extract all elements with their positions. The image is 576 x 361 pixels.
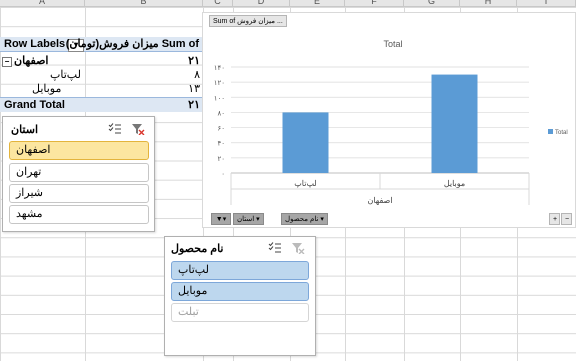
pivot-group-value[interactable]: ۲۱	[188, 54, 200, 69]
expand-button[interactable]: +	[549, 213, 560, 225]
pivot-grand-total-label[interactable]: Grand Total	[4, 98, 65, 113]
chart-plot: Total ۰ ۲۰ ۴۰ ۶۰ ۸۰ ۱۰۰ ۱۲۰ ۱۴۰ لپ‌تاپ موبایل اصفها…	[214, 39, 568, 205]
axis-field-button-province[interactable]: استان ▾	[233, 213, 264, 225]
slicer-item[interactable]: مشهد	[9, 205, 149, 224]
x-group-label: اصفهان	[367, 196, 392, 205]
axis-field-button-province-label: استان	[237, 216, 255, 223]
pivot-group-row[interactable]: − اصفهان ۲۱	[0, 54, 202, 69]
clear-filter-icon[interactable]	[131, 123, 145, 135]
column-header-g[interactable]: G	[404, 0, 460, 7]
x-tick-label: موبایل	[444, 179, 465, 188]
y-tick-label: ۶۰	[217, 126, 225, 133]
pivot-item-row[interactable]: موبایل ۱۳	[0, 82, 202, 97]
chart-bar	[431, 74, 478, 173]
pivot-group-label[interactable]: اصفهان	[14, 54, 48, 69]
slicer-province[interactable]: استان اصفهان تهران شیراز مشهد	[2, 116, 155, 232]
column-header-f[interactable]: F	[345, 0, 404, 7]
legend-swatch	[548, 129, 553, 134]
column-header-c[interactable]: C	[203, 0, 233, 7]
slicer-item[interactable]: شیراز	[9, 184, 149, 203]
y-tick-label: ۴۰	[217, 141, 225, 148]
column-header-bar: A B C D E F G H I	[0, 0, 576, 7]
axis-field-button-product-label: نام محصول	[285, 216, 319, 223]
pivot-grand-total-value[interactable]: ۲۱	[188, 98, 200, 113]
slicer-item[interactable]: لپ‌تاپ	[171, 261, 309, 280]
slicer-item[interactable]: تبلت	[171, 303, 309, 322]
pivot-item-label[interactable]: موبایل	[32, 82, 61, 97]
slicer-item[interactable]: اصفهان	[9, 141, 149, 160]
column-header-e[interactable]: E	[290, 0, 345, 7]
slicer-item[interactable]: تهران	[9, 163, 149, 182]
collapse-button[interactable]: −	[561, 213, 572, 225]
slicer-item[interactable]: موبایل	[171, 282, 309, 301]
legend-label: Total	[555, 130, 568, 136]
column-header-h[interactable]: H	[460, 0, 517, 7]
pivot-item-value[interactable]: ۸	[194, 68, 200, 83]
y-tick-label: ۲۰	[217, 156, 225, 163]
axis-field-button-product[interactable]: نام محصول ▾	[281, 213, 328, 225]
y-tick-label: ۱۰۰	[214, 95, 225, 102]
collapse-icon[interactable]: −	[2, 57, 12, 67]
slicer-product[interactable]: نام محصول لپ‌تاپ موبایل تبلت	[164, 236, 316, 356]
column-header-b[interactable]: B	[85, 0, 203, 7]
chart-title: Total	[383, 39, 402, 49]
filter-icon[interactable]: ▼▾	[211, 213, 231, 225]
pivot-item-row[interactable]: لپ‌تاپ ۸	[0, 68, 202, 83]
y-tick-label: ۰	[221, 171, 225, 178]
x-tick-label: لپ‌تاپ	[294, 179, 317, 188]
pivot-item-value[interactable]: ۱۳	[188, 82, 200, 97]
column-header-d[interactable]: D	[233, 0, 290, 7]
chart-bar	[282, 112, 329, 173]
slicer-product-title: نام محصول	[171, 243, 224, 255]
y-tick-label: ۸۰	[217, 110, 225, 117]
y-tick-label: ۱۴۰	[214, 65, 225, 72]
pivot-item-label[interactable]: لپ‌تاپ	[50, 68, 81, 83]
pivot-row-labels-header[interactable]: Row Labels	[4, 37, 65, 52]
column-header-a[interactable]: A	[0, 0, 85, 7]
y-tick-label: ۱۲۰	[214, 80, 225, 87]
multi-select-icon[interactable]	[108, 123, 122, 135]
clear-filter-icon[interactable]	[291, 242, 305, 254]
multi-select-icon[interactable]	[268, 242, 282, 254]
column-header-i[interactable]: I	[517, 0, 576, 7]
pivot-header-row[interactable]: Row Labels ▾ Sum of میزان فروش(تومان)	[0, 37, 202, 52]
pivot-chart[interactable]: Sum of میزان فروش ... ▼▾ استان ▾ نام محص…	[202, 12, 576, 228]
slicer-province-title: استان	[11, 124, 39, 136]
pivot-value-header[interactable]: Sum of میزان فروش(تومان)	[66, 37, 199, 52]
pivot-grand-total-row[interactable]: Grand Total ۲۱	[0, 97, 202, 112]
